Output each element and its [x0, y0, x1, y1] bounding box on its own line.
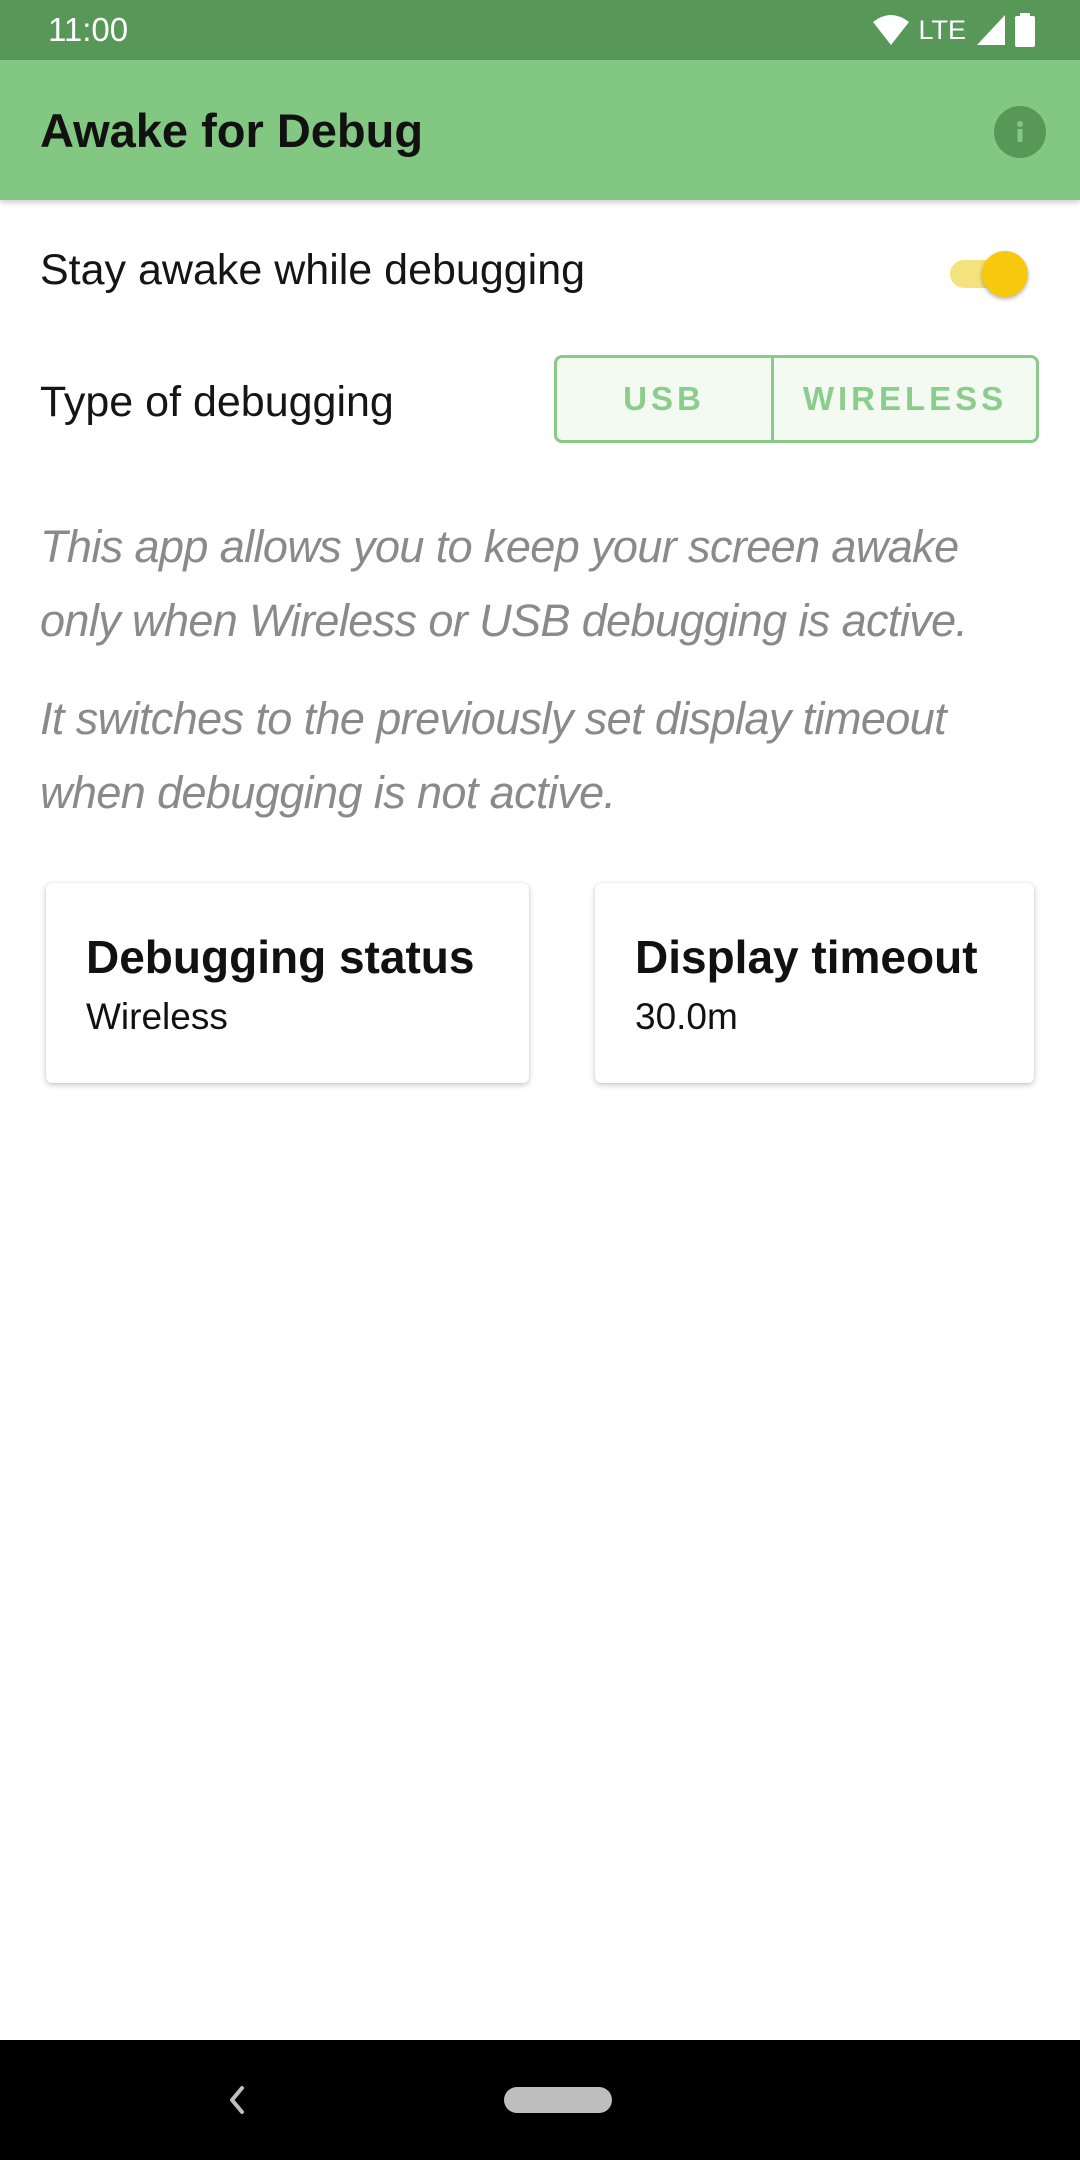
- debug-type-wireless-button[interactable]: WIRELESS: [774, 358, 1036, 440]
- description-paragraph: It switches to the previously set displa…: [40, 693, 947, 818]
- debugging-status-title: Debugging status: [86, 931, 475, 983]
- description-paragraph: This app allows you to keep your screen …: [40, 521, 968, 646]
- battery-icon: [1015, 13, 1035, 47]
- status-icons: LTE: [872, 12, 1036, 48]
- cell-signal-icon: [977, 15, 1005, 45]
- display-timeout-title: Display timeout: [635, 931, 978, 983]
- home-button[interactable]: [504, 2087, 612, 2113]
- debug-type-toggle: USB WIRELESS: [554, 355, 1039, 443]
- info-button[interactable]: [994, 106, 1046, 158]
- display-timeout-value: 30.0m: [635, 996, 738, 1037]
- debugging-status-value: Wireless: [86, 996, 228, 1037]
- switch-thumb: [982, 251, 1028, 297]
- back-icon[interactable]: [222, 2084, 254, 2116]
- debug-type-label: Type of debugging: [40, 378, 394, 426]
- wifi-icon: [873, 15, 910, 45]
- info-icon: [1017, 121, 1023, 142]
- status-time: 11:00: [48, 11, 129, 48]
- network-type-label: LTE: [918, 15, 966, 45]
- debug-type-usb-button[interactable]: USB: [557, 358, 774, 440]
- status-bar: 11:00 LTE: [0, 0, 1080, 60]
- app-bar: Awake for Debug: [0, 60, 1080, 200]
- app-title: Awake for Debug: [40, 104, 424, 157]
- display-timeout-card: Display timeout 30.0m: [595, 883, 1034, 1083]
- stay-awake-label: Stay awake while debugging: [40, 246, 586, 294]
- stay-awake-switch[interactable]: [948, 251, 1032, 297]
- debugging-status-card: Debugging status Wireless: [46, 883, 529, 1083]
